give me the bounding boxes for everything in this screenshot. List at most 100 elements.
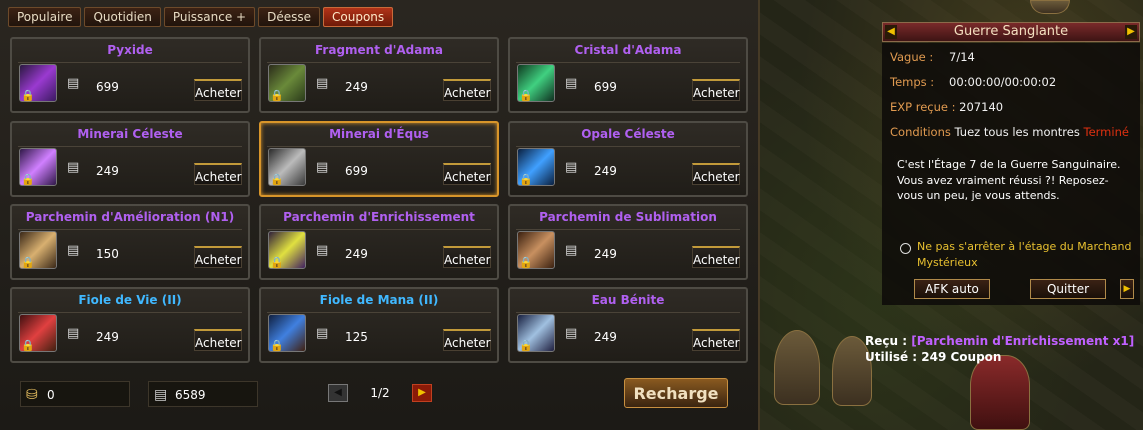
tab-quotidien[interactable]: Quotidien <box>84 7 161 27</box>
item-name: Parchemin d'Amélioration (N1) <box>25 210 235 224</box>
coupon-icon: ▤ <box>316 243 329 258</box>
item-name: Cristal d'Adama <box>574 43 682 57</box>
used-value: 249 Coupon <box>921 350 1002 364</box>
expand-arrow-icon[interactable]: ▶ <box>1125 25 1137 39</box>
buy-button[interactable]: Acheter <box>443 163 491 185</box>
divider <box>516 146 740 147</box>
coupon-amount-field: ▤ 6589 <box>148 381 258 407</box>
divider <box>267 62 491 63</box>
item-name: Parchemin de Sublimation <box>539 210 717 224</box>
lock-icon: 🔒 <box>519 89 533 102</box>
received-label: Reçu : <box>865 334 908 348</box>
war-message: C'est l'Étage 7 de la Guerre Sanguinaire… <box>897 158 1121 202</box>
shop-item-card[interactable]: Minerai d'Équs 🔒 ▤ 699 Acheter <box>259 121 499 197</box>
item-price: 249 <box>345 80 368 94</box>
next-page-button[interactable]: ▶ <box>412 384 432 402</box>
exp-label: EXP reçue : <box>890 100 956 114</box>
buy-button[interactable]: Acheter <box>194 246 242 268</box>
item-name: Fiole de Vie (II) <box>78 293 182 307</box>
buy-button[interactable]: Acheter <box>443 246 491 268</box>
buy-button[interactable]: Acheter <box>443 79 491 101</box>
item-price: 699 <box>594 80 617 94</box>
shop-footer: ⛁ 0 ▤ 6589 ◀ 1/2 ▶ Recharge <box>10 376 748 416</box>
coupon-amount: 6589 <box>175 388 206 402</box>
shop-item-card[interactable]: Minerai Céleste 🔒 ▤ 249 Acheter <box>10 121 250 197</box>
exp-value: 207140 <box>959 100 1004 114</box>
more-arrow-icon[interactable]: ▶ <box>1120 279 1134 299</box>
lock-icon: 🔒 <box>21 256 35 269</box>
buy-button[interactable]: Acheter <box>692 79 740 101</box>
coupon-icon: ▤ <box>565 76 578 91</box>
stop-checkbox-label[interactable]: Ne pas s'arrêter à l'étage du Marchand M… <box>917 239 1139 270</box>
wave-value: 7/14 <box>949 50 975 64</box>
item-name: Pyxide <box>107 43 153 57</box>
coupon-icon: ▤ <box>67 76 80 91</box>
war-body: Vague : 7/14 Temps : 00:00:00/00:00:02 E… <box>882 43 1140 305</box>
tab-populaire[interactable]: Populaire <box>8 7 82 27</box>
collapse-arrow-icon[interactable]: ◀ <box>885 25 897 39</box>
shop-item-card[interactable]: Fiole de Mana (II) 🔒 ▤ 125 Acheter <box>259 287 499 363</box>
buy-button[interactable]: Acheter <box>692 246 740 268</box>
quit-button[interactable]: Quitter <box>1030 279 1106 299</box>
item-name: Opale Céleste <box>581 127 675 141</box>
coupon-icon: ▤ <box>565 160 578 175</box>
divider <box>18 229 242 230</box>
shop-item-card[interactable]: Parchemin d'Enrichissement 🔒 ▤ 249 Acheter <box>259 204 499 280</box>
shop-item-card[interactable]: Parchemin d'Amélioration (N1) 🔒 ▤ 150 Achete… <box>10 204 250 280</box>
lock-icon: 🔒 <box>270 256 284 269</box>
item-price: 150 <box>96 247 119 261</box>
conditions-status: Terminé <box>1083 125 1129 139</box>
stop-checkbox[interactable] <box>900 243 911 254</box>
item-name: Fiole de Mana (II) <box>319 293 439 307</box>
divider <box>516 229 740 230</box>
item-price: 699 <box>96 80 119 94</box>
coupon-icon: ▤ <box>316 76 329 91</box>
page-indicator: 1/2 <box>370 386 390 400</box>
shop-item-card[interactable]: Cristal d'Adama 🔒 ▤ 699 Acheter <box>508 37 748 113</box>
shop-item-card[interactable]: Opale Céleste 🔒 ▤ 249 Acheter <box>508 121 748 197</box>
buy-button[interactable]: Acheter <box>443 329 491 351</box>
shop-item-card[interactable]: Fiole de Vie (II) 🔒 ▤ 249 Acheter <box>10 287 250 363</box>
tab-puissance[interactable]: Puissance + <box>163 7 256 27</box>
statue-decoration <box>774 330 820 405</box>
buy-button[interactable]: Acheter <box>692 163 740 185</box>
divider <box>267 229 491 230</box>
shop-item-card[interactable]: Parchemin de Sublimation 🔒 ▤ 249 Acheter <box>508 204 748 280</box>
shop-item-card[interactable]: Eau Bénite 🔒 ▤ 249 Acheter <box>508 287 748 363</box>
coupon-shop-panel: Populaire Quotidien Puissance + Déesse C… <box>0 0 760 430</box>
item-price: 249 <box>96 164 119 178</box>
item-name: Eau Bénite <box>591 293 665 307</box>
bloody-war-panel: ◀ Guerre Sanglante ▶ Vague : 7/14 Temps … <box>878 0 1143 305</box>
coupon-icon: ▤ <box>67 243 80 258</box>
prev-page-button[interactable]: ◀ <box>328 384 348 402</box>
wave-label: Vague : <box>890 50 934 64</box>
gold-amount-field: ⛁ 0 <box>20 381 130 407</box>
divider <box>18 146 242 147</box>
shop-item-card[interactable]: Fragment d'Adama 🔒 ▤ 249 Acheter <box>259 37 499 113</box>
buy-button[interactable]: Acheter <box>194 329 242 351</box>
lock-icon: 🔒 <box>519 173 533 186</box>
item-price: 249 <box>594 164 617 178</box>
tab-deesse[interactable]: Déesse <box>258 7 321 27</box>
shop-item-card[interactable]: Pyxide 🔒 ▤ 699 Acheter <box>10 37 250 113</box>
item-price: 249 <box>96 330 119 344</box>
item-name: Fragment d'Adama <box>315 43 443 57</box>
war-title: Guerre Sanglante <box>953 24 1069 39</box>
recharge-button[interactable]: Recharge <box>624 378 728 408</box>
divider <box>267 146 491 147</box>
buy-button[interactable]: Acheter <box>692 329 740 351</box>
item-name: Minerai Céleste <box>77 127 183 141</box>
item-name: Minerai d'Équs <box>329 127 429 141</box>
coupon-icon: ▤ <box>154 387 168 403</box>
afk-auto-button[interactable]: AFK auto <box>914 279 990 299</box>
shield-decoration <box>970 355 1030 430</box>
buy-button[interactable]: Acheter <box>194 79 242 101</box>
item-price: 249 <box>345 247 368 261</box>
buy-button[interactable]: Acheter <box>194 163 242 185</box>
divider <box>516 62 740 63</box>
tab-coupons[interactable]: Coupons <box>323 7 394 27</box>
lock-icon: 🔒 <box>519 256 533 269</box>
lock-icon: 🔒 <box>21 339 35 352</box>
lock-icon: 🔒 <box>270 173 284 186</box>
shop-tabs: Populaire Quotidien Puissance + Déesse C… <box>8 7 394 27</box>
